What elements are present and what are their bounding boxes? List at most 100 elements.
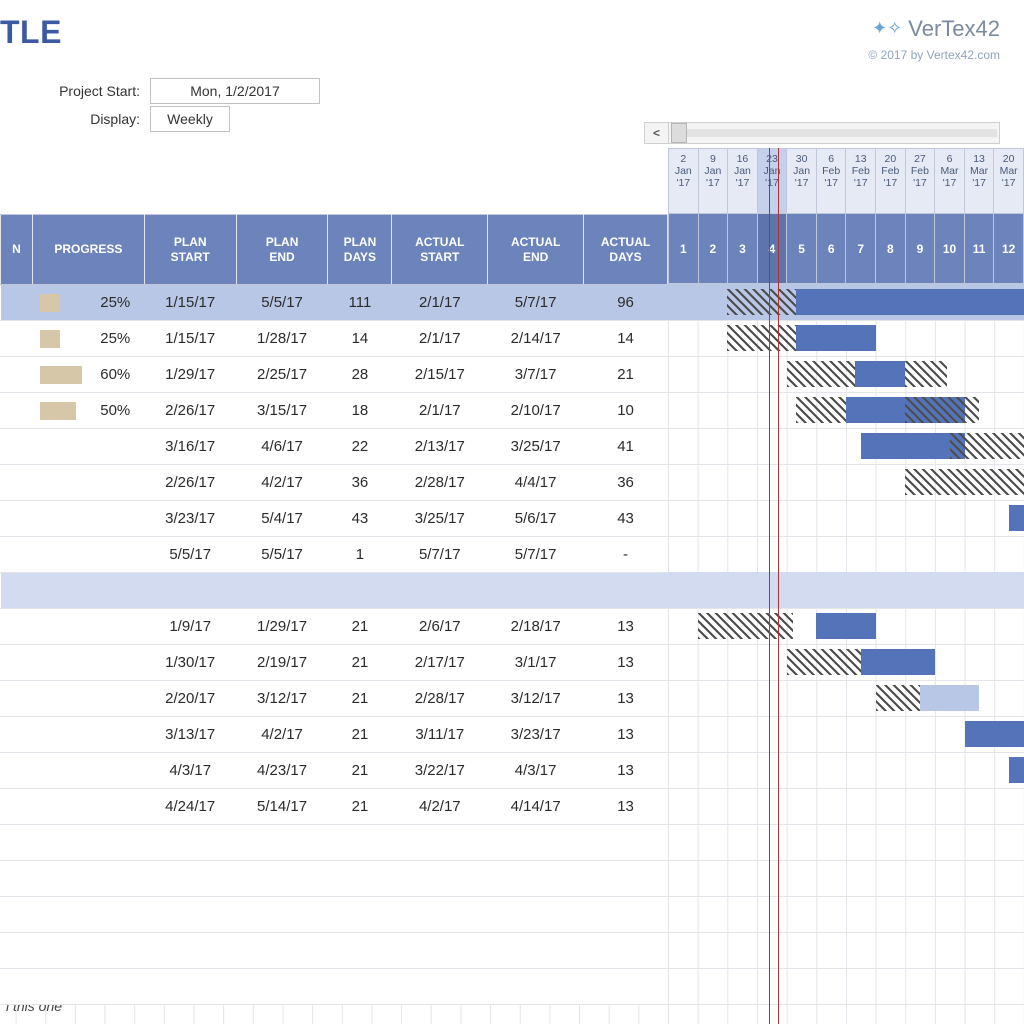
table-cell[interactable] xyxy=(1,969,33,1005)
table-row[interactable]: 2/26/174/2/17362/28/174/4/1736 xyxy=(1,465,668,501)
table-cell[interactable]: 22 xyxy=(328,429,392,465)
table-cell[interactable]: 2/1/17 xyxy=(392,285,488,321)
table-cell[interactable] xyxy=(488,573,584,609)
table-cell[interactable]: 4/4/17 xyxy=(488,465,584,501)
table-cell[interactable]: 5/5/17 xyxy=(144,537,236,573)
table-cell[interactable] xyxy=(584,861,668,897)
table-cell[interactable]: 21 xyxy=(328,753,392,789)
table-cell[interactable] xyxy=(1,933,33,969)
table-cell[interactable]: 4/3/17 xyxy=(488,753,584,789)
table-cell[interactable]: 14 xyxy=(584,321,668,357)
table-cell[interactable]: 21 xyxy=(328,609,392,645)
table-cell[interactable]: 3/1/17 xyxy=(488,645,584,681)
table-cell[interactable] xyxy=(488,897,584,933)
table-cell[interactable] xyxy=(488,825,584,861)
table-row[interactable]: 2/20/173/12/17212/28/173/12/1713 xyxy=(1,681,668,717)
table-cell[interactable]: 13 xyxy=(584,681,668,717)
table-row[interactable]: 3/13/174/2/17213/11/173/23/1713 xyxy=(1,717,668,753)
table-cell[interactable]: 3/23/17 xyxy=(144,501,236,537)
table-cell[interactable]: 3/12/17 xyxy=(236,681,328,717)
table-cell[interactable]: 5/14/17 xyxy=(236,789,328,825)
table-cell[interactable]: 43 xyxy=(328,501,392,537)
table-cell[interactable] xyxy=(584,933,668,969)
table-cell[interactable] xyxy=(32,789,144,825)
table-cell[interactable] xyxy=(1,861,33,897)
table-cell[interactable]: 25% xyxy=(32,321,144,357)
table-cell[interactable]: 4/2/17 xyxy=(392,789,488,825)
table-cell[interactable] xyxy=(144,969,236,1005)
table-row[interactable]: 5/5/175/5/1715/7/175/7/17- xyxy=(1,537,668,573)
table-cell[interactable] xyxy=(236,861,328,897)
table-cell[interactable]: 5/5/17 xyxy=(236,285,328,321)
table-cell[interactable] xyxy=(584,825,668,861)
table-cell[interactable]: 5/4/17 xyxy=(236,501,328,537)
table-cell[interactable] xyxy=(392,933,488,969)
table-row[interactable]: 1/30/172/19/17212/17/173/1/1713 xyxy=(1,645,668,681)
table-cell[interactable] xyxy=(32,825,144,861)
table-row[interactable] xyxy=(1,969,668,1005)
table-cell[interactable] xyxy=(392,825,488,861)
table-cell[interactable] xyxy=(236,969,328,1005)
table-cell[interactable]: 3/23/17 xyxy=(488,717,584,753)
table-cell[interactable]: 5/7/17 xyxy=(392,537,488,573)
table-cell[interactable] xyxy=(1,609,33,645)
table-cell[interactable] xyxy=(1,537,33,573)
table-row[interactable]: 50%2/26/173/15/17182/1/172/10/1710 xyxy=(1,393,668,429)
table-row[interactable]: 60%1/29/172/25/17282/15/173/7/1721 xyxy=(1,357,668,393)
table-cell[interactable]: 3/22/17 xyxy=(392,753,488,789)
table-cell[interactable]: 36 xyxy=(328,465,392,501)
table-cell[interactable]: - xyxy=(584,537,668,573)
table-cell[interactable] xyxy=(236,933,328,969)
table-cell[interactable]: 21 xyxy=(328,681,392,717)
table-cell[interactable]: 3/11/17 xyxy=(392,717,488,753)
table-cell[interactable] xyxy=(236,897,328,933)
table-cell[interactable] xyxy=(32,753,144,789)
table-cell[interactable] xyxy=(1,681,33,717)
project-start-input[interactable]: Mon, 1/2/2017 xyxy=(150,78,320,104)
table-cell[interactable] xyxy=(32,465,144,501)
table-cell[interactable]: 1/15/17 xyxy=(144,321,236,357)
table-cell[interactable]: 43 xyxy=(584,501,668,537)
table-cell[interactable]: 2/13/17 xyxy=(392,429,488,465)
table-cell[interactable] xyxy=(236,573,328,609)
table-cell[interactable] xyxy=(1,573,33,609)
table-cell[interactable]: 4/3/17 xyxy=(144,753,236,789)
table-cell[interactable] xyxy=(328,969,392,1005)
table-cell[interactable] xyxy=(32,537,144,573)
table-cell[interactable]: 3/12/17 xyxy=(488,681,584,717)
table-cell[interactable] xyxy=(32,501,144,537)
table-cell[interactable]: 3/13/17 xyxy=(144,717,236,753)
table-cell[interactable]: 36 xyxy=(584,465,668,501)
table-cell[interactable]: 13 xyxy=(584,645,668,681)
table-cell[interactable] xyxy=(1,465,33,501)
table-cell[interactable]: 1/30/17 xyxy=(144,645,236,681)
table-cell[interactable]: 3/16/17 xyxy=(144,429,236,465)
table-cell[interactable]: 5/6/17 xyxy=(488,501,584,537)
table-cell[interactable] xyxy=(488,969,584,1005)
table-cell[interactable]: 4/2/17 xyxy=(236,465,328,501)
table-row[interactable] xyxy=(1,861,668,897)
table-cell[interactable]: 28 xyxy=(328,357,392,393)
table-cell[interactable] xyxy=(1,357,33,393)
table-cell[interactable] xyxy=(32,573,144,609)
table-cell[interactable]: 13 xyxy=(584,753,668,789)
table-cell[interactable]: 1 xyxy=(328,537,392,573)
table-cell[interactable] xyxy=(32,897,144,933)
table-cell[interactable]: 21 xyxy=(328,789,392,825)
table-cell[interactable] xyxy=(328,897,392,933)
table-cell[interactable] xyxy=(1,393,33,429)
table-cell[interactable] xyxy=(32,933,144,969)
table-cell[interactable] xyxy=(584,897,668,933)
table-cell[interactable]: 4/23/17 xyxy=(236,753,328,789)
table-cell[interactable] xyxy=(1,825,33,861)
table-cell[interactable] xyxy=(1,429,33,465)
table-cell[interactable]: 2/17/17 xyxy=(392,645,488,681)
table-cell[interactable]: 4/24/17 xyxy=(144,789,236,825)
table-cell[interactable] xyxy=(236,825,328,861)
table-cell[interactable] xyxy=(1,501,33,537)
table-row[interactable]: 4/3/174/23/17213/22/174/3/1713 xyxy=(1,753,668,789)
table-cell[interactable] xyxy=(328,933,392,969)
table-cell[interactable] xyxy=(32,609,144,645)
table-cell[interactable] xyxy=(488,861,584,897)
table-cell[interactable]: 5/7/17 xyxy=(488,537,584,573)
